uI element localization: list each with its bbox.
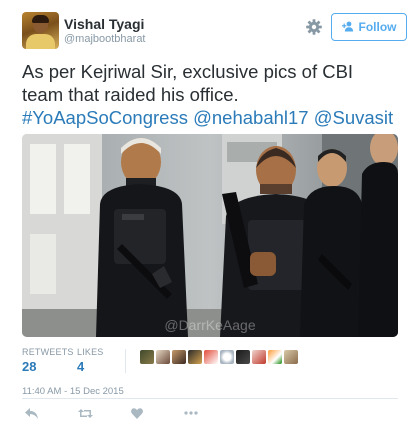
tweet-card: Vishal Tyagi @majbootbharat Follow As pe… — [0, 0, 419, 432]
display-name[interactable]: Vishal Tyagi — [64, 16, 144, 32]
add-user-icon — [341, 21, 354, 34]
avatar[interactable] — [220, 350, 234, 364]
screen-name[interactable]: @majbootbharat — [64, 33, 146, 45]
avatar[interactable] — [156, 350, 170, 364]
tweet-actions — [22, 404, 322, 424]
likes-label: LIKES — [77, 347, 104, 357]
retweets-stat[interactable]: RETWEETS 28 — [22, 347, 74, 374]
stats-divider — [125, 349, 126, 373]
tweet-text: As per Kejriwal Sir, exclusive pics of C… — [22, 60, 402, 129]
follow-label: Follow — [358, 20, 397, 34]
avatar[interactable] — [140, 350, 154, 364]
retweet-icon[interactable] — [76, 404, 94, 422]
more-icon[interactable] — [182, 404, 200, 422]
avatar[interactable] — [284, 350, 298, 364]
hashtag-link[interactable]: #YoAapSoCongress — [22, 107, 188, 128]
reply-icon[interactable] — [22, 404, 40, 422]
like-icon[interactable] — [128, 404, 146, 422]
photo-watermark: @DarrKeAage — [164, 317, 255, 333]
retweets-label: RETWEETS — [22, 347, 74, 357]
tweet-timestamp[interactable]: 11:40 AM - 15 Dec 2015 — [22, 386, 124, 397]
avatar[interactable] — [252, 350, 266, 364]
retweets-count: 28 — [22, 359, 37, 374]
avatar[interactable] — [188, 350, 202, 364]
mention-link[interactable]: @Suvasit — [314, 107, 393, 128]
tweet-text-line: As per Kejriwal Sir, exclusive pics of C… — [22, 61, 354, 82]
likes-stat[interactable]: LIKES 4 — [77, 347, 104, 374]
gear-icon[interactable] — [304, 17, 324, 37]
mention-link[interactable]: @nehabahl17 — [193, 107, 309, 128]
liker-avatars — [140, 350, 298, 364]
divider — [22, 398, 398, 399]
avatar[interactable] — [172, 350, 186, 364]
avatar[interactable] — [204, 350, 218, 364]
avatar[interactable] — [268, 350, 282, 364]
follow-button[interactable]: Follow — [331, 13, 407, 41]
tweet-text-line: team that raided his office. — [22, 84, 239, 105]
tweet-photo[interactable]: @DarrKeAage — [22, 134, 398, 337]
avatar[interactable] — [22, 12, 59, 49]
likes-count: 4 — [77, 359, 85, 374]
avatar[interactable] — [236, 350, 250, 364]
